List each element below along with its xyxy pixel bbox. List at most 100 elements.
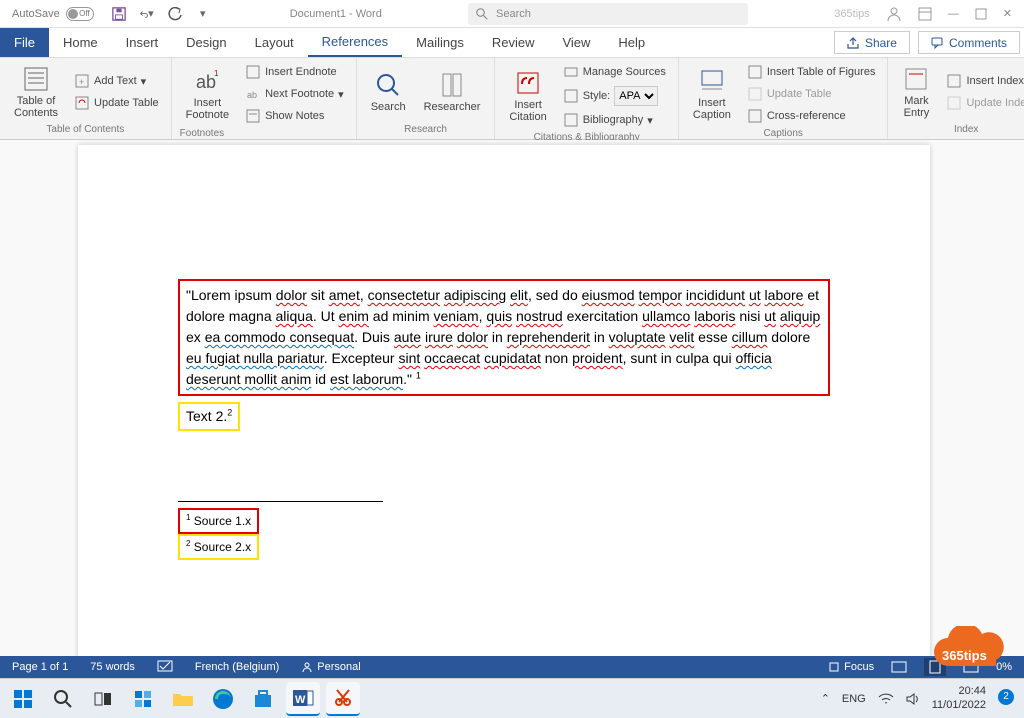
update-captions-table-button[interactable]: Update Table [743,84,880,104]
word-icon[interactable]: W [286,682,320,716]
table-of-contents-button[interactable]: Table of Contents [8,63,64,121]
footnote-ref-2[interactable]: 2 [227,407,232,417]
toc-label: Table of Contents [14,95,58,119]
researcher-label: Researcher [424,101,481,113]
close-icon[interactable]: ✕ [1003,7,1012,20]
paragraph-2-text[interactable]: Text 2. [186,408,227,424]
insert-citation-button[interactable]: Insert Citation [503,67,552,125]
manage-sources-button[interactable]: Manage Sources [559,62,670,82]
tray-language[interactable]: ENG [842,693,866,705]
start-button[interactable] [6,682,40,716]
status-page[interactable]: Page 1 of 1 [12,661,68,673]
update-table-icon [74,95,90,111]
tab-file[interactable]: File [0,28,49,57]
window-controls: 365tips — ✕ [834,6,1012,22]
redo-icon[interactable] [168,7,182,21]
comments-label: Comments [949,36,1007,50]
status-bar: Page 1 of 1 75 words French (Belgium) Pe… [0,656,1024,678]
window-options-icon[interactable] [918,7,932,21]
tray-time: 20:44 [932,685,986,698]
next-footnote-button[interactable]: abNext Footnote ▾ [241,84,348,104]
tray-chevron-icon[interactable]: ⌃ [821,692,830,705]
volume-icon[interactable] [906,692,920,706]
tab-insert[interactable]: Insert [112,28,173,57]
style-icon [563,88,579,104]
mark-entry-button[interactable]: Mark Entry [896,63,936,121]
notification-badge: 2 [998,689,1014,705]
page-content[interactable]: "Lorem ipsum dolor sit amet, consectetur… [78,145,930,560]
user-icon[interactable] [886,6,902,22]
group-toc-label: Table of Contents [8,122,163,135]
paragraph-1-highlight: "Lorem ipsum dolor sit amet, consectetur… [178,279,830,396]
status-words[interactable]: 75 words [90,661,135,673]
style-select[interactable]: APA [614,86,658,106]
qa-dropdown-icon[interactable]: ▾ [196,7,210,21]
tab-design[interactable]: Design [172,28,240,57]
autosave-toggle[interactable]: AutoSave [12,7,94,21]
share-icon [847,37,859,49]
search-button[interactable]: Search [365,69,412,115]
footnote-separator [178,501,383,502]
personal-status[interactable]: Personal [301,661,360,673]
minimize-icon[interactable]: — [948,8,959,20]
endnote-icon [245,64,261,80]
wifi-icon[interactable] [878,692,894,706]
tab-layout[interactable]: Layout [241,28,308,57]
share-label: Share [865,36,897,50]
tab-view[interactable]: View [548,28,604,57]
toggle-off-icon[interactable] [66,7,94,21]
show-notes-icon [245,108,261,124]
insert-caption-button[interactable]: Insert Caption [687,65,737,123]
footnote-2[interactable]: 2 Source 2.x [178,534,259,560]
paragraph-2-highlight: Text 2.2 [178,402,240,431]
page: "Lorem ipsum dolor sit amet, consectetur… [78,145,930,662]
read-mode-icon[interactable] [888,658,910,676]
spellcheck-icon[interactable] [157,660,173,674]
notifications-icon[interactable]: 2 [998,689,1018,709]
paragraph-1-text[interactable]: "Lorem ipsum dolor sit amet, consectetur… [186,287,820,387]
task-view-icon[interactable] [86,682,120,716]
svg-text:W: W [295,694,306,706]
search-box[interactable]: Search [468,3,748,25]
show-notes-button[interactable]: Show Notes [241,106,348,126]
bibliography-button[interactable]: Bibliography ▾ [559,110,670,130]
insert-index-button[interactable]: Insert Index [942,71,1024,91]
explorer-icon[interactable] [166,682,200,716]
tray-clock[interactable]: 20:44 11/01/2022 [932,685,986,711]
widgets-icon[interactable] [126,682,160,716]
search-label: Search [371,101,406,113]
document-title: Document1 - Word [290,8,382,20]
status-language[interactable]: French (Belgium) [195,661,279,673]
tab-help[interactable]: Help [604,28,659,57]
focus-button[interactable]: Focus [828,661,874,673]
undo-icon[interactable]: ▾ [140,7,154,21]
document-area[interactable]: "Lorem ipsum dolor sit amet, consectetur… [0,140,1024,662]
save-icon[interactable] [112,7,126,21]
add-text-button[interactable]: +Add Text ▾ [70,71,163,91]
researcher-button[interactable]: Researcher [418,69,487,115]
comments-button[interactable]: Comments [918,31,1020,54]
update-table-button[interactable]: Update Table [70,93,163,113]
maximize-icon[interactable] [975,8,987,20]
tab-review[interactable]: Review [478,28,549,57]
share-button[interactable]: Share [834,31,910,54]
tab-home[interactable]: Home [49,28,112,57]
tab-mailings[interactable]: Mailings [402,28,478,57]
store-icon[interactable] [246,682,280,716]
insert-endnote-button[interactable]: Insert Endnote [241,62,348,82]
footnote-ref-1[interactable]: 1 [416,370,421,380]
group-index-label: Index [896,122,1024,135]
tab-references[interactable]: References [308,28,402,57]
search-taskbar-icon[interactable] [46,682,80,716]
update-index-button[interactable]: Update Index [942,93,1024,113]
insert-figures-table-button[interactable]: Insert Table of Figures [743,62,880,82]
insert-footnote-button[interactable]: ab1 Insert Footnote [180,65,235,123]
group-captions-label: Captions [687,126,880,139]
style-dropdown[interactable]: Style: APA [559,84,670,108]
edge-icon[interactable] [206,682,240,716]
cross-reference-button[interactable]: Cross-reference [743,106,880,126]
group-toc: Table of Contents +Add Text ▾ Update Tab… [0,58,172,139]
snip-icon[interactable] [326,682,360,716]
footnote-1[interactable]: 1 Source 1.x [178,508,259,534]
manage-sources-icon [563,64,579,80]
